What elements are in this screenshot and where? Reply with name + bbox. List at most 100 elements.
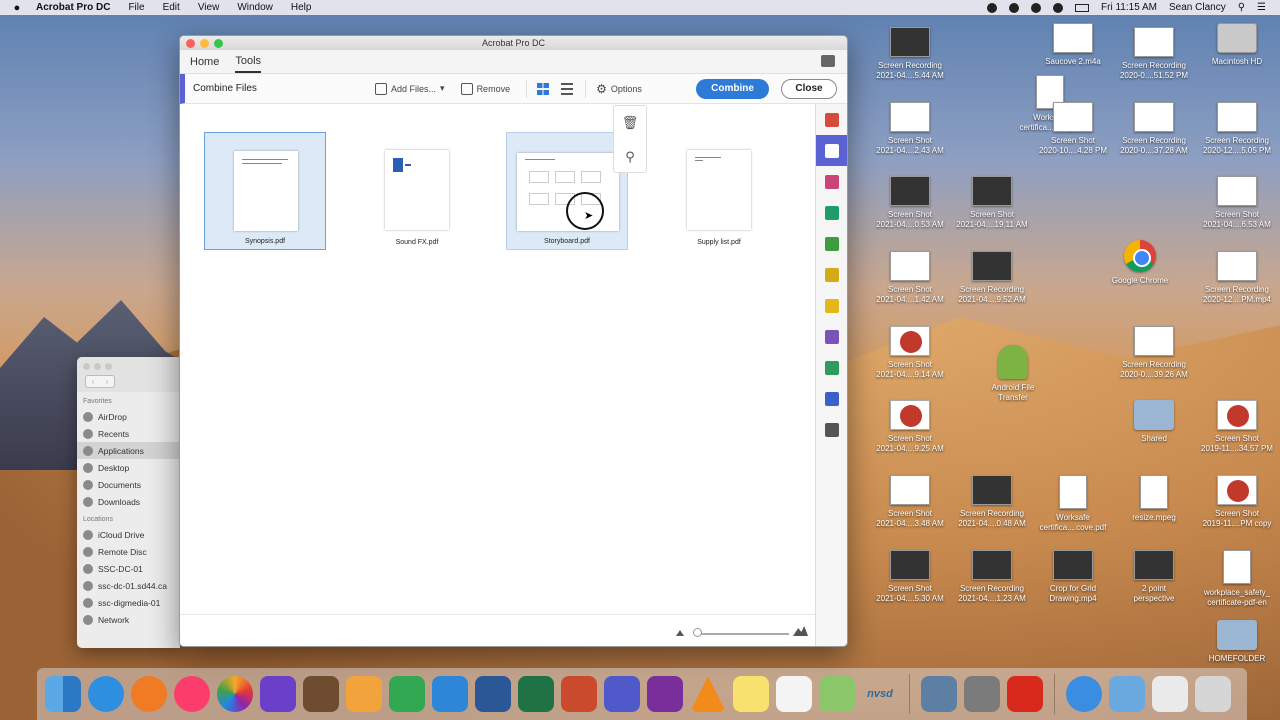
reminders-dock-icon[interactable] xyxy=(776,676,812,712)
menu-window[interactable]: Window xyxy=(228,2,282,13)
onenote-dock-icon[interactable] xyxy=(647,676,683,712)
file-item-sound-fx[interactable]: Sound FX.pdf xyxy=(356,132,478,250)
trash-dock-icon[interactable] xyxy=(1195,676,1231,712)
accessibility-icon[interactable] xyxy=(1009,2,1020,13)
thumbnail-size-slider[interactable] xyxy=(695,633,789,635)
tool-more-tools[interactable] xyxy=(816,414,847,445)
close-button[interactable]: Close xyxy=(781,78,837,99)
options-button[interactable]: ⚙ Options xyxy=(596,82,642,96)
window-titlebar[interactable]: Acrobat Pro DC xyxy=(180,36,847,50)
combine-button[interactable]: Combine xyxy=(696,78,769,99)
file-item-supply-list[interactable]: Supply list.pdf xyxy=(658,132,780,250)
desktop-icon[interactable]: Worksafe certifica....cove.pdf xyxy=(1033,475,1113,533)
tool-fill-sign[interactable] xyxy=(816,321,847,352)
finder-item-ssc-dc-01-sd44[interactable]: ssc-dc-01.sd44.ca xyxy=(77,577,180,594)
desktop-icon[interactable]: Macintosh HD xyxy=(1197,23,1277,67)
nvsd-dock-icon[interactable]: nvsd xyxy=(862,688,898,700)
slider-handle[interactable] xyxy=(693,628,702,637)
chat-icon[interactable] xyxy=(821,55,835,67)
desktop-icon[interactable]: Screen Recording 2021-04....1.23 AM xyxy=(952,550,1032,604)
finder-item-remote-disc[interactable]: Remote Disc xyxy=(77,543,180,560)
pages-dock-icon[interactable] xyxy=(346,676,382,712)
imovie-dock-icon[interactable] xyxy=(260,676,296,712)
teams-dock-icon[interactable] xyxy=(604,676,640,712)
desktop-icon[interactable]: 2 point perspective xyxy=(1114,550,1194,604)
vlc-dock-icon[interactable] xyxy=(690,676,726,712)
desktop-icon[interactable]: Google Chrome xyxy=(1100,240,1180,286)
tool-print-production[interactable] xyxy=(816,352,847,383)
forward-icon[interactable]: › xyxy=(106,377,109,386)
desktop-icon[interactable]: Screen Shot 2019-11....PM copy xyxy=(1197,475,1277,529)
finder-item-icloud[interactable]: iCloud Drive xyxy=(77,526,180,543)
tool-create-pdf[interactable] xyxy=(816,104,847,135)
powerpoint-dock-icon[interactable] xyxy=(561,676,597,712)
apple-menu-icon[interactable]: ● xyxy=(0,2,34,14)
file-item-storyboard[interactable]: Storyboard.pdf xyxy=(506,132,628,250)
finder-item-desktop[interactable]: Desktop xyxy=(77,459,180,476)
screenshot-dock-icon[interactable] xyxy=(964,676,1000,712)
tab-home[interactable]: Home xyxy=(190,52,219,72)
finder-item-network[interactable]: Network xyxy=(77,611,180,628)
desktop-icon[interactable]: Screen Recording 2020-0....51.52 PM xyxy=(1114,27,1194,81)
finder-item-ssc-dc-01[interactable]: SSC-DC-01 xyxy=(77,560,180,577)
tool-edit-pdf[interactable] xyxy=(816,228,847,259)
remove-button[interactable]: Remove xyxy=(460,82,510,95)
list-view-icon[interactable] xyxy=(561,82,574,95)
desktop-icon[interactable]: Android File Transfer xyxy=(973,345,1053,403)
desktop-icon[interactable]: resize.mpeg xyxy=(1114,475,1194,523)
desktop-icon[interactable]: workplace_safety_ certificate-pdf-en xyxy=(1197,550,1277,608)
menu-help[interactable]: Help xyxy=(282,2,321,13)
numbers-dock-icon[interactable] xyxy=(389,676,425,712)
safari-dock-icon[interactable] xyxy=(88,676,124,712)
tool-comment[interactable] xyxy=(816,290,847,321)
desktop-icon[interactable]: Screen Shot 2021-04....9.14 AM xyxy=(870,326,950,380)
finder-item-documents[interactable]: Documents xyxy=(77,476,180,493)
desktop-icon[interactable]: Screen Recording 2020-12....5.05 PM xyxy=(1197,102,1277,156)
photos-dock-icon[interactable] xyxy=(217,676,253,712)
volume-icon[interactable] xyxy=(1053,2,1064,13)
zoom-out-icon[interactable] xyxy=(676,630,684,636)
finder-back-forward[interactable]: ‹ › xyxy=(85,375,115,388)
finder-item-downloads[interactable]: Downloads xyxy=(77,493,180,510)
keynote-dock-icon[interactable] xyxy=(432,676,468,712)
tab-tools[interactable]: Tools xyxy=(235,51,262,73)
desktop-icon[interactable]: Screen Recording 2020-0....37.28 AM xyxy=(1114,102,1194,156)
wifi-icon[interactable] xyxy=(1031,2,1042,13)
desktop-icon[interactable]: Screen Shot 2021-04....0.53 AM xyxy=(870,176,950,230)
delete-file-button[interactable]: 🗑 xyxy=(614,106,646,140)
excel-dock-icon[interactable] xyxy=(518,676,554,712)
garageband-dock-icon[interactable] xyxy=(303,676,339,712)
finder-item-applications[interactable]: Applications xyxy=(77,442,180,459)
maps-dock-icon[interactable] xyxy=(819,676,855,712)
desktop-icon[interactable]: Screen Shot 2021-04....1.42 AM xyxy=(870,251,950,305)
documents-stack-dock-icon[interactable] xyxy=(1152,676,1188,712)
desktop-icon[interactable]: Screen Shot 2019-11....34.57 PM xyxy=(1197,400,1277,454)
desktop-icon[interactable]: Screen Recording 2020-12....PM.mp4 xyxy=(1197,251,1277,305)
menu-user[interactable]: Sean Clancy xyxy=(1169,2,1226,13)
desktop-icon[interactable]: Screen Recording 2021-04....9.52 AM xyxy=(952,251,1032,305)
desktop-icon[interactable]: Screen Shot 2021-04....9.25 AM xyxy=(870,400,950,454)
downloads-dock-icon[interactable] xyxy=(1109,676,1145,712)
finder-item-ssc-digmedia[interactable]: ssc-digmedia-01 xyxy=(77,594,180,611)
notes-dock-icon[interactable] xyxy=(733,676,769,712)
desktop-icon[interactable]: HOMEFOLDER xyxy=(1197,620,1277,664)
desktop-icon[interactable]: Shared xyxy=(1114,400,1194,444)
globe-dock-icon[interactable] xyxy=(1066,676,1102,712)
notification-center-icon[interactable]: ☰ xyxy=(1257,2,1266,13)
tool-protect[interactable] xyxy=(816,383,847,414)
desktop-icon[interactable]: Screen Recording 2020-0....39.26 AM xyxy=(1114,326,1194,380)
desktop-icon[interactable]: Screen Shot 2021-04....6.53 AM xyxy=(1197,176,1277,230)
file-item-synopsis[interactable]: Synopsis.pdf xyxy=(204,132,326,250)
back-icon[interactable]: ‹ xyxy=(92,377,95,386)
desktop-icon[interactable]: Screen Shot 2021-04....2.43 AM xyxy=(870,102,950,156)
firefox-dock-icon[interactable] xyxy=(131,676,167,712)
desktop-icon[interactable]: Saucove 2.m4a xyxy=(1033,23,1113,67)
desktop-icon[interactable]: Screen Recording 2021-04....5.44 AM xyxy=(870,27,950,81)
desktop-icon[interactable]: Screen Recording 2021-04....0.48 AM xyxy=(952,475,1032,529)
battery-icon[interactable] xyxy=(1075,3,1090,12)
desktop-icon[interactable]: Screen Shot 2020-10....4.28 PM xyxy=(1033,102,1113,156)
desktop-icon[interactable]: Screen Shot 2021-04....19.11 AM xyxy=(952,176,1032,230)
stop-recording-icon[interactable] xyxy=(987,2,998,13)
tool-scan[interactable] xyxy=(816,259,847,290)
finder-item-airdrop[interactable]: AirDrop xyxy=(77,408,180,425)
